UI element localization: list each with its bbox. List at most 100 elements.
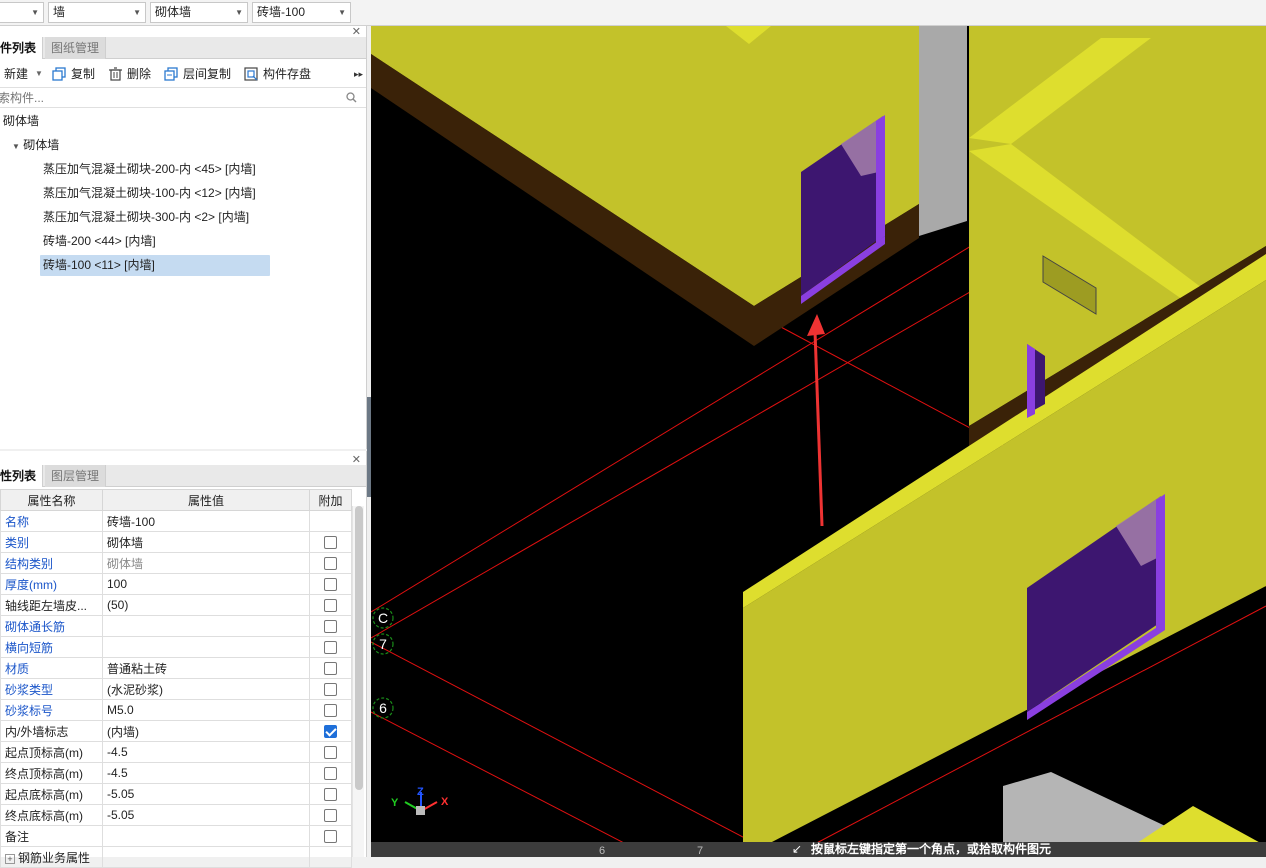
status-bar: 6 7 ↙ 按鼠标左键指定第一个角点，或拾取构件图元 (371, 842, 1266, 857)
property-value[interactable] (102, 846, 310, 868)
attach-checkbox[interactable] (324, 830, 337, 844)
property-row[interactable]: 终点底标高(m) -5.05 (0, 804, 352, 826)
property-row[interactable]: 名称 砖墙-100 (0, 510, 352, 532)
attach-checkbox[interactable] (324, 746, 337, 760)
property-value[interactable]: 100 (102, 573, 310, 595)
property-name: 备注 (0, 825, 103, 847)
attach-checkbox[interactable] (324, 557, 337, 571)
property-value[interactable]: -4.5 (102, 762, 310, 784)
tree-item[interactable]: 蒸压加气混凝土砌块-100-内 <12> [内墙] (40, 183, 256, 204)
property-name-label: 钢筋业务属性 (18, 850, 91, 865)
axis-label-7: 7 (379, 636, 387, 652)
property-value[interactable]: M5.0 (102, 699, 310, 721)
property-value[interactable]: -5.05 (102, 783, 310, 805)
property-value[interactable]: 普通粘土砖 (102, 657, 310, 679)
caret-down-icon[interactable]: ▼ (12, 142, 20, 151)
component-select[interactable]: 砖墙-100 ▼ (252, 2, 351, 23)
tree-group[interactable]: ▼ 砌体墙 (12, 135, 59, 156)
category-select-value: 墙 (53, 5, 66, 19)
attach-checkbox[interactable] (324, 809, 337, 823)
copy-label: 复制 (71, 67, 96, 81)
property-name: 名称 (0, 510, 103, 532)
tree-root[interactable]: 砌体墙 (3, 111, 39, 132)
property-row[interactable]: 起点顶标高(m) -4.5 (0, 741, 352, 763)
property-row[interactable]: 砌体通长筋 (0, 615, 352, 637)
copy-icon (52, 67, 66, 81)
property-row[interactable]: 终点顶标高(m) -4.5 (0, 762, 352, 784)
floor-copy-button[interactable]: 层间复制 (164, 65, 236, 83)
gizmo-x-label: X (441, 796, 449, 808)
tab-drawing-management[interactable]: 图纸管理 (45, 37, 107, 59)
property-row[interactable]: 材质 普通粘土砖 (0, 657, 352, 679)
attach-checkbox[interactable] (324, 620, 337, 634)
attach-checkbox[interactable] (324, 536, 337, 550)
window-2-frame (1156, 494, 1165, 629)
copy-button[interactable]: 复制 (52, 65, 102, 83)
component-search (0, 88, 366, 108)
property-extra (309, 741, 352, 763)
attach-checkbox[interactable] (324, 683, 337, 697)
new-button[interactable]: 新建 ▼ (0, 65, 45, 83)
delete-button[interactable]: 删除 (108, 65, 158, 83)
tab-component-list[interactable]: 件列表 (0, 37, 44, 59)
attach-checkbox[interactable] (324, 725, 337, 739)
tab-property-list[interactable]: 性列表 (0, 465, 44, 487)
attach-checkbox[interactable] (324, 704, 337, 718)
tree-item-selected[interactable]: 砖墙-100 <11> [内墙] (40, 255, 270, 276)
attach-checkbox[interactable] (324, 767, 337, 781)
properties-scrollbar[interactable] (352, 506, 364, 857)
axis-label-6: 6 (379, 700, 387, 716)
tree-item[interactable]: 砖墙-200 <44> [内墙] (40, 231, 156, 252)
toolbar-more-icon[interactable]: ▸▸ (354, 65, 364, 83)
property-value[interactable]: -4.5 (102, 741, 310, 763)
property-row[interactable]: + 钢筋业务属性 (0, 846, 352, 868)
property-row[interactable]: 砂浆标号 M5.0 (0, 699, 352, 721)
property-value[interactable] (102, 825, 310, 847)
property-extra (309, 720, 352, 742)
chevron-down-icon: ▼ (31, 8, 39, 17)
property-name: 内/外墙标志 (0, 720, 103, 742)
property-value[interactable]: (内墙) (102, 720, 310, 742)
floor-select[interactable]: ▼ (0, 2, 44, 23)
property-row[interactable]: 厚度(mm) 100 (0, 573, 352, 595)
tree-item[interactable]: 蒸压加气混凝土砌块-200-内 <45> [内墙] (40, 159, 256, 180)
property-value[interactable]: 砌体墙 (102, 552, 310, 574)
property-name: 轴线距左墙皮... (0, 594, 103, 616)
property-row[interactable]: 起点底标高(m) -5.05 (0, 783, 352, 805)
property-value[interactable]: 砖墙-100 (102, 510, 310, 532)
attach-checkbox[interactable] (324, 578, 337, 592)
property-row[interactable]: 轴线距左墙皮... (50) (0, 594, 352, 616)
tab-layer-management[interactable]: 图层管理 (45, 465, 107, 487)
save-component-button[interactable]: 构件存盘 (244, 65, 316, 83)
property-value[interactable]: (50) (102, 594, 310, 616)
component-search-input[interactable] (0, 88, 336, 107)
property-name: 砌体通长筋 (0, 615, 103, 637)
property-value[interactable]: 砌体墙 (102, 531, 310, 553)
property-value[interactable]: -5.05 (102, 804, 310, 826)
chevron-down-icon: ▼ (235, 8, 243, 17)
attach-checkbox[interactable] (324, 788, 337, 802)
trash-icon (109, 67, 122, 81)
property-row[interactable]: 砂浆类型 (水泥砂浆) (0, 678, 352, 700)
status-text: 按鼠标左键指定第一个角点，或拾取构件图元 (811, 842, 1052, 856)
attach-checkbox[interactable] (324, 641, 337, 655)
property-row[interactable]: 类别 砌体墙 (0, 531, 352, 553)
category-select[interactable]: 墙 ▼ (48, 2, 146, 23)
3d-viewport[interactable]: C 7 6 Z X Y 6 7 ↙ 按鼠标左键指定第一个角点，或拾取构件图元 (371, 26, 1266, 857)
property-row[interactable]: 结构类别 砌体墙 (0, 552, 352, 574)
search-icon[interactable] (346, 92, 357, 103)
attach-checkbox[interactable] (324, 662, 337, 676)
type-select[interactable]: 砌体墙 ▼ (150, 2, 248, 23)
property-value[interactable] (102, 615, 310, 637)
tree-item[interactable]: 蒸压加气混凝土砌块-300-内 <2> [内墙] (40, 207, 249, 228)
property-row[interactable]: 横向短筋 (0, 636, 352, 658)
property-value[interactable]: (水泥砂浆) (102, 678, 310, 700)
scrollbar-thumb[interactable] (355, 506, 363, 790)
type-select-value: 砌体墙 (155, 5, 192, 19)
property-value[interactable] (102, 636, 310, 658)
property-row[interactable]: 备注 (0, 825, 352, 847)
expand-icon[interactable]: + (5, 853, 15, 864)
floor-copy-label: 层间复制 (183, 67, 232, 81)
attach-checkbox[interactable] (324, 599, 337, 613)
property-row[interactable]: 内/外墙标志 (内墙) (0, 720, 352, 742)
